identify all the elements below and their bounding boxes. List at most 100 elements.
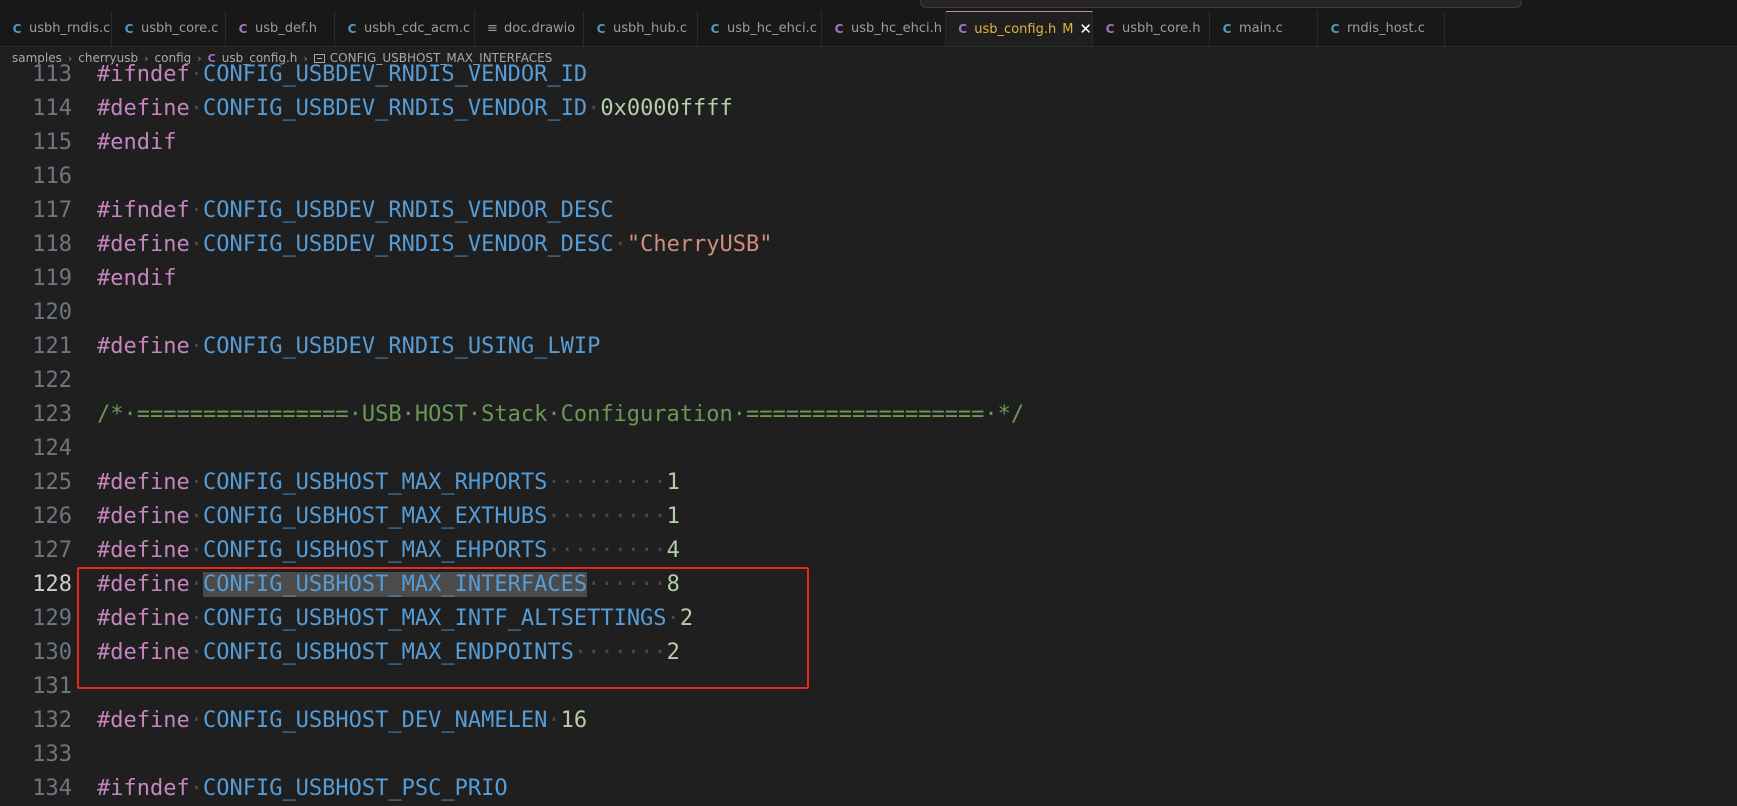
code-line[interactable]: 133 bbox=[0, 738, 1737, 772]
keyword-token: #define bbox=[97, 504, 190, 529]
tab-doc-drawio[interactable]: ≡ doc.drawio bbox=[475, 11, 584, 46]
tab-usbh-core-c[interactable]: Cusbh_core.c bbox=[112, 11, 226, 46]
keyword-token: #define bbox=[97, 708, 190, 733]
tab-main-c[interactable]: Cmain.c bbox=[1210, 11, 1318, 46]
whitespace-marker: · bbox=[189, 96, 203, 121]
code-line[interactable]: 131 bbox=[0, 670, 1737, 704]
tab-usb-def-h[interactable]: Cusb_def.h bbox=[226, 11, 335, 46]
keyword-token: #define bbox=[97, 96, 190, 121]
keyword-token: #define bbox=[97, 572, 190, 597]
code-line[interactable]: 129 #define ·CONFIG_USBHOST_MAX_INTF_ALTSE… bbox=[0, 602, 1737, 636]
number-token: 4 bbox=[666, 538, 680, 563]
line-number: 116 bbox=[32, 164, 72, 189]
line-code: #ifndef·CONFIG_USBDEV_RNDIS_VENDOR_DESC bbox=[97, 194, 614, 228]
line-number: 130 bbox=[32, 640, 72, 665]
line-code: #ifndef·CONFIG_USBHOST_PSC_PRIO bbox=[97, 772, 508, 806]
macro-token: CONFIG_USBHOST_MAX_INTF_ALTSETTINGS bbox=[202, 606, 667, 631]
tab-usbh-rndis-c[interactable]: Cusbh_rndis.c bbox=[0, 11, 112, 46]
keyword-token: #define bbox=[97, 606, 190, 631]
code-line[interactable]: 128 #define·CONFIG_USBHOST_MAX_INTERFACES… bbox=[0, 568, 1737, 602]
keyword-token: #ifndef bbox=[97, 62, 190, 87]
tab-label: doc.drawio bbox=[504, 21, 576, 36]
line-number: 129 bbox=[32, 606, 72, 631]
macro-token: CONFIG_USBHOST_DEV_NAMELEN bbox=[202, 708, 548, 733]
c-file-icon: C bbox=[596, 21, 606, 36]
h-file-icon: C bbox=[958, 22, 968, 36]
code-line[interactable]: 114 #define·CONFIG_USBDEV_RNDIS_VENDOR_ID… bbox=[0, 92, 1737, 126]
tab-label: usb_hc_ehci.c bbox=[727, 21, 817, 36]
macro-token: CONFIG_USBDEV_RNDIS_VENDOR_ID bbox=[202, 62, 588, 87]
line-code: #endif bbox=[97, 262, 176, 296]
code-editor[interactable]: 113 #ifndef·CONFIG_USBDEV_RNDIS_VENDOR_ID… bbox=[0, 62, 1737, 801]
line-number: 123 bbox=[32, 402, 72, 427]
h-file-icon: C bbox=[834, 21, 844, 36]
code-line[interactable]: 125 #define·CONFIG_USBHOST_MAX_RHPORTS···… bbox=[0, 466, 1737, 500]
tab-usbh-cdc-acm-c[interactable]: Cusbh_cdc_acm.c bbox=[335, 11, 475, 46]
code-line[interactable]: 121 #define·CONFIG_USBDEV_RNDIS_USING_LWI… bbox=[0, 330, 1737, 364]
code-line[interactable]: 124 bbox=[0, 432, 1737, 466]
code-line[interactable]: 117 #ifndef·CONFIG_USBDEV_RNDIS_VENDOR_DE… bbox=[0, 194, 1737, 228]
line-code: #endif bbox=[97, 126, 176, 160]
tab-label: usbh_cdc_acm.c bbox=[364, 21, 471, 36]
line-code: #define·CONFIG_USBHOST_MAX_INTERFACES···… bbox=[97, 568, 680, 602]
code-line[interactable]: 119 #endif bbox=[0, 262, 1737, 296]
whitespace-marker: · bbox=[189, 198, 203, 223]
whitespace-marker: · bbox=[189, 572, 203, 597]
code-line[interactable]: 132 #define·CONFIG_USBHOST_DEV_NAMELEN·16 bbox=[0, 704, 1737, 738]
keyword-token: #endif bbox=[97, 266, 177, 291]
line-code: #define·CONFIG_USBHOST_DEV_NAMELEN·16 bbox=[97, 704, 587, 738]
whitespace-marker: · bbox=[189, 708, 203, 733]
line-number: 120 bbox=[32, 300, 72, 325]
line-number: 131 bbox=[32, 674, 72, 699]
macro-token: CONFIG_USBDEV_RNDIS_USING_LWIP bbox=[202, 334, 601, 359]
tab-rndis-host-c[interactable]: Crndis_host.c bbox=[1318, 11, 1445, 46]
code-line[interactable]: 116 bbox=[0, 160, 1737, 194]
tab-usbh-hub-c[interactable]: Cusbh_hub.c bbox=[584, 11, 698, 46]
tab-usb-hc-ehci-h[interactable]: Cusb_hc_ehci.h bbox=[822, 11, 946, 46]
c-file-icon: C bbox=[347, 21, 357, 36]
whitespace-marker: · bbox=[666, 606, 680, 631]
close-icon[interactable]: ✕ bbox=[1079, 21, 1092, 37]
whitespace-marker: ······· bbox=[573, 640, 667, 665]
keyword-token: #define bbox=[97, 538, 190, 563]
whitespace-marker: · bbox=[189, 504, 203, 529]
macro-token: CONFIG_USBDEV_RNDIS_VENDOR_ID bbox=[202, 96, 588, 121]
c-file-icon: C bbox=[1222, 21, 1232, 36]
number-token: 1 bbox=[666, 470, 680, 495]
command-center-search[interactable] bbox=[920, 0, 1522, 8]
code-line[interactable]: 113 #ifndef·CONFIG_USBDEV_RNDIS_VENDOR_ID bbox=[0, 58, 1737, 92]
tab-label: usb_config.h bbox=[974, 21, 1057, 37]
number-token: 1 bbox=[666, 504, 680, 529]
tab-usb-hc-ehci-c[interactable]: Cusb_hc_ehci.c bbox=[698, 11, 822, 46]
line-code: #define·CONFIG_USBHOST_MAX_ENDPOINTS····… bbox=[97, 636, 680, 670]
macro-token: CONFIG_USBDEV_RNDIS_VENDOR_DESC bbox=[202, 232, 614, 257]
code-line[interactable]: 120 bbox=[0, 296, 1737, 330]
whitespace-marker: · bbox=[613, 232, 627, 257]
keyword-token: #ifndef bbox=[97, 776, 190, 801]
keyword-token: #ifndef bbox=[97, 198, 190, 223]
line-number: 115 bbox=[32, 130, 72, 155]
line-code: #define·CONFIG_USBDEV_RNDIS_VENDOR_DESC·… bbox=[97, 228, 773, 262]
c-file-icon: C bbox=[1330, 21, 1340, 36]
comment-token: /*·================·USB·HOST·Stack·Confi… bbox=[97, 402, 1025, 427]
line-number: 126 bbox=[32, 504, 72, 529]
tab-usbh-core-h[interactable]: Cusbh_core.h bbox=[1093, 11, 1210, 46]
line-code: /*·================·USB·HOST·Stack·Confi… bbox=[97, 398, 1024, 432]
code-line[interactable]: 123 /*·================·USB·HOST·Stack·Co… bbox=[0, 398, 1737, 432]
document-icon: ≡ bbox=[487, 21, 498, 36]
code-line[interactable]: 118 #define·CONFIG_USBDEV_RNDIS_VENDOR_DE… bbox=[0, 228, 1737, 262]
string-token: "CherryUSB" bbox=[626, 232, 773, 257]
code-line[interactable]: 115 #endif bbox=[0, 126, 1737, 160]
c-file-icon: C bbox=[12, 21, 22, 36]
tab-usb-config-h[interactable]: Cusb_config.h M ✕ bbox=[946, 11, 1093, 46]
line-number: 114 bbox=[32, 96, 72, 121]
line-number: 121 bbox=[32, 334, 72, 359]
code-line[interactable]: 130 #define·CONFIG_USBHOST_MAX_ENDPOINTS·… bbox=[0, 636, 1737, 670]
number-token: 8 bbox=[666, 572, 680, 597]
line-number: 127 bbox=[32, 538, 72, 563]
code-line[interactable]: 122 bbox=[0, 364, 1737, 398]
code-line[interactable]: 134 #ifndef·CONFIG_USBHOST_PSC_PRIO bbox=[0, 772, 1737, 806]
code-line[interactable]: 127 #define·CONFIG_USBHOST_MAX_EHPORTS···… bbox=[0, 534, 1737, 568]
macro-token: CONFIG_USBHOST_MAX_ENDPOINTS bbox=[202, 640, 574, 665]
code-line[interactable]: 126 #define·CONFIG_USBHOST_MAX_EXTHUBS···… bbox=[0, 500, 1737, 534]
